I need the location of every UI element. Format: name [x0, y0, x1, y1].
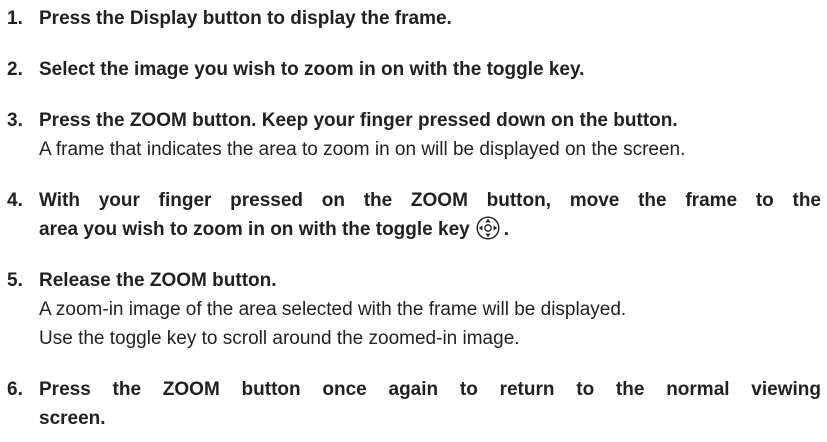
step-detail: A zoom-in image of the area selected wit… — [39, 299, 627, 320]
step-instruction-continued: screen. — [39, 408, 106, 429]
step-body: Press the Display button to display the … — [39, 4, 823, 33]
step-detail: A frame that indicates the area to zoom … — [39, 139, 686, 160]
step-number: 2. — [7, 59, 23, 80]
toggle-key-icon — [476, 216, 500, 240]
step-instruction-period: . — [503, 219, 509, 240]
step-number: 4. — [7, 190, 23, 211]
step-body: Release the ZOOM button. A zoom-in image… — [39, 266, 823, 353]
step-instruction: Press the ZOOM button once again to retu… — [39, 379, 821, 400]
step-instruction-text: area you wish to zoom in on with the tog… — [39, 219, 470, 240]
step-number: 6. — [7, 379, 23, 400]
step-body: With your finger pressed on the ZOOM but… — [39, 186, 823, 244]
step-instruction: With your finger pressed on the ZOOM but… — [39, 190, 821, 211]
step-number: 1. — [7, 8, 23, 29]
step-instruction-continued: area you wish to zoom in on with the tog… — [39, 215, 823, 244]
step-body: Press the ZOOM button once again to retu… — [39, 375, 823, 433]
step-detail: Use the toggle key to scroll around the … — [39, 328, 520, 349]
step-instruction: Select the image you wish to zoom in on … — [39, 59, 585, 80]
step-instruction: Press the ZOOM button. Keep your finger … — [39, 110, 678, 131]
step-number: 5. — [7, 270, 23, 291]
step-body: Select the image you wish to zoom in on … — [39, 55, 823, 84]
step-number: 3. — [7, 110, 23, 131]
step-instruction: Press the Display button to display the … — [39, 8, 452, 29]
step-instruction: Release the ZOOM button. — [39, 270, 277, 291]
step-body: Press the ZOOM button. Keep your finger … — [39, 106, 823, 164]
